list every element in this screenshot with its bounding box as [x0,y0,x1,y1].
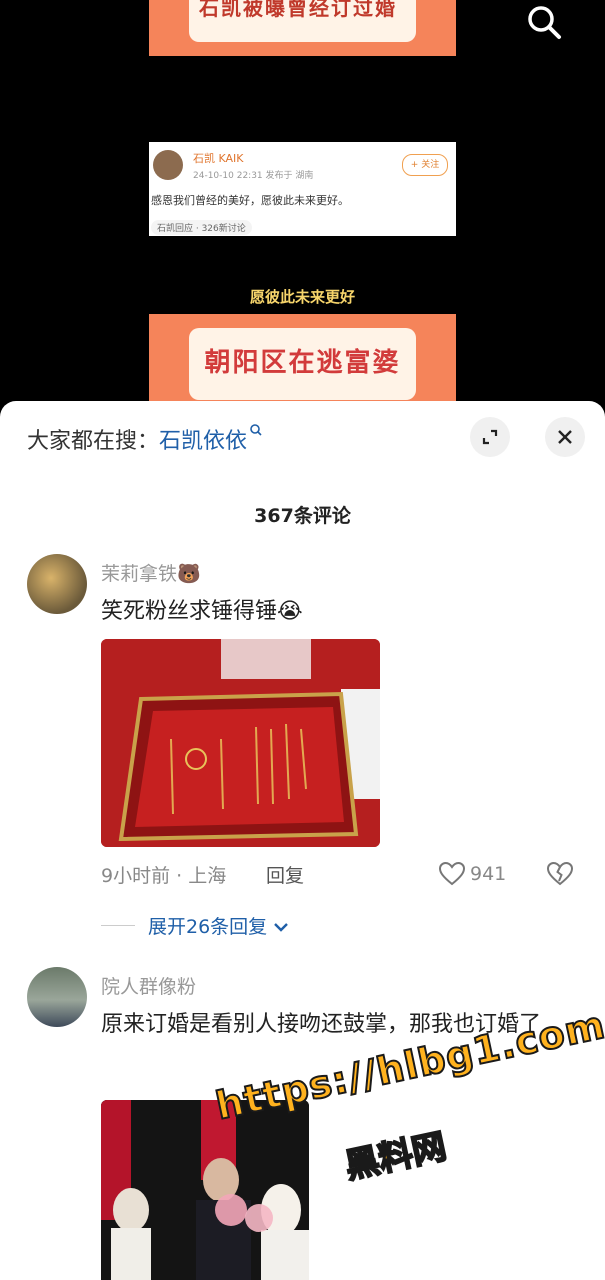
search-small-icon [250,424,262,436]
bottom-banner-text: 朝阳区在逃富婆 [204,348,401,378]
comments-sheet: 大家都在搜：石凯依依 367条评论 茉莉拿铁🐻 笑死粉丝求锤得锤😭 9小时前 ·… [0,401,605,1280]
trending-search[interactable]: 大家都在搜：石凯依依 [27,423,263,455]
avatar[interactable] [27,554,87,614]
top-banner-text: 石凯被曝曾经订过婚 [199,0,397,20]
top-banner: 石凯被曝曾经订过婚 [149,0,456,56]
post-username: 石凯 KAIK [193,152,244,165]
expand-divider [101,925,135,926]
chevron-down-icon [274,923,289,932]
broken-heart-icon [546,861,574,886]
video-caption: 愿彼此未来更好 [249,288,355,306]
avatar[interactable] [27,967,87,1027]
expand-replies-label: 展开26条回复 [148,916,268,938]
post-avatar [153,150,183,180]
comment-username[interactable]: 茉莉拿铁🐻 [101,559,201,586]
comment-image[interactable] [101,639,380,847]
expand-replies-button[interactable]: 展开26条回复 [148,912,289,939]
expand-icon [482,429,498,445]
dislike-button[interactable] [546,861,574,892]
video-player[interactable]: 石凯被曝曾经订过婚 石凯 KAIK 24-10-10 22:31 发布于 湖南 … [0,0,605,420]
trending-search-keyword[interactable]: 石凯依依 [159,429,247,454]
comment-image[interactable] [101,1100,309,1280]
like-button[interactable]: 941 [438,861,506,887]
weibo-post-card: 石凯 KAIK 24-10-10 22:31 发布于 湖南 + 关注 感恩我们曾… [149,142,456,236]
like-count: 941 [470,863,507,885]
comment-text: 笑死粉丝求锤得锤😭 [101,599,303,624]
search-icon[interactable] [526,4,562,40]
post-text: 感恩我们曾经的美好，愿彼此未来更好。 [151,194,349,207]
heart-icon [438,861,466,886]
close-icon [558,430,572,444]
post-follow-button: + 关注 [402,154,448,176]
expand-button[interactable] [470,417,510,457]
comment-username[interactable]: 院人群像粉 [101,972,196,999]
reply-button[interactable]: 回复 [266,861,304,888]
comment-count: 367条评论 [254,505,351,527]
trending-search-prefix: 大家都在搜： [27,429,160,454]
post-footer: 石凯回应 · 326新讨论 [151,220,252,235]
bottom-banner: 朝阳区在逃富婆 [149,314,456,414]
post-meta: 24-10-10 22:31 发布于 湖南 [193,171,314,181]
close-button[interactable] [545,417,585,457]
comment-time-location: 9小时前 · 上海 [101,865,227,887]
